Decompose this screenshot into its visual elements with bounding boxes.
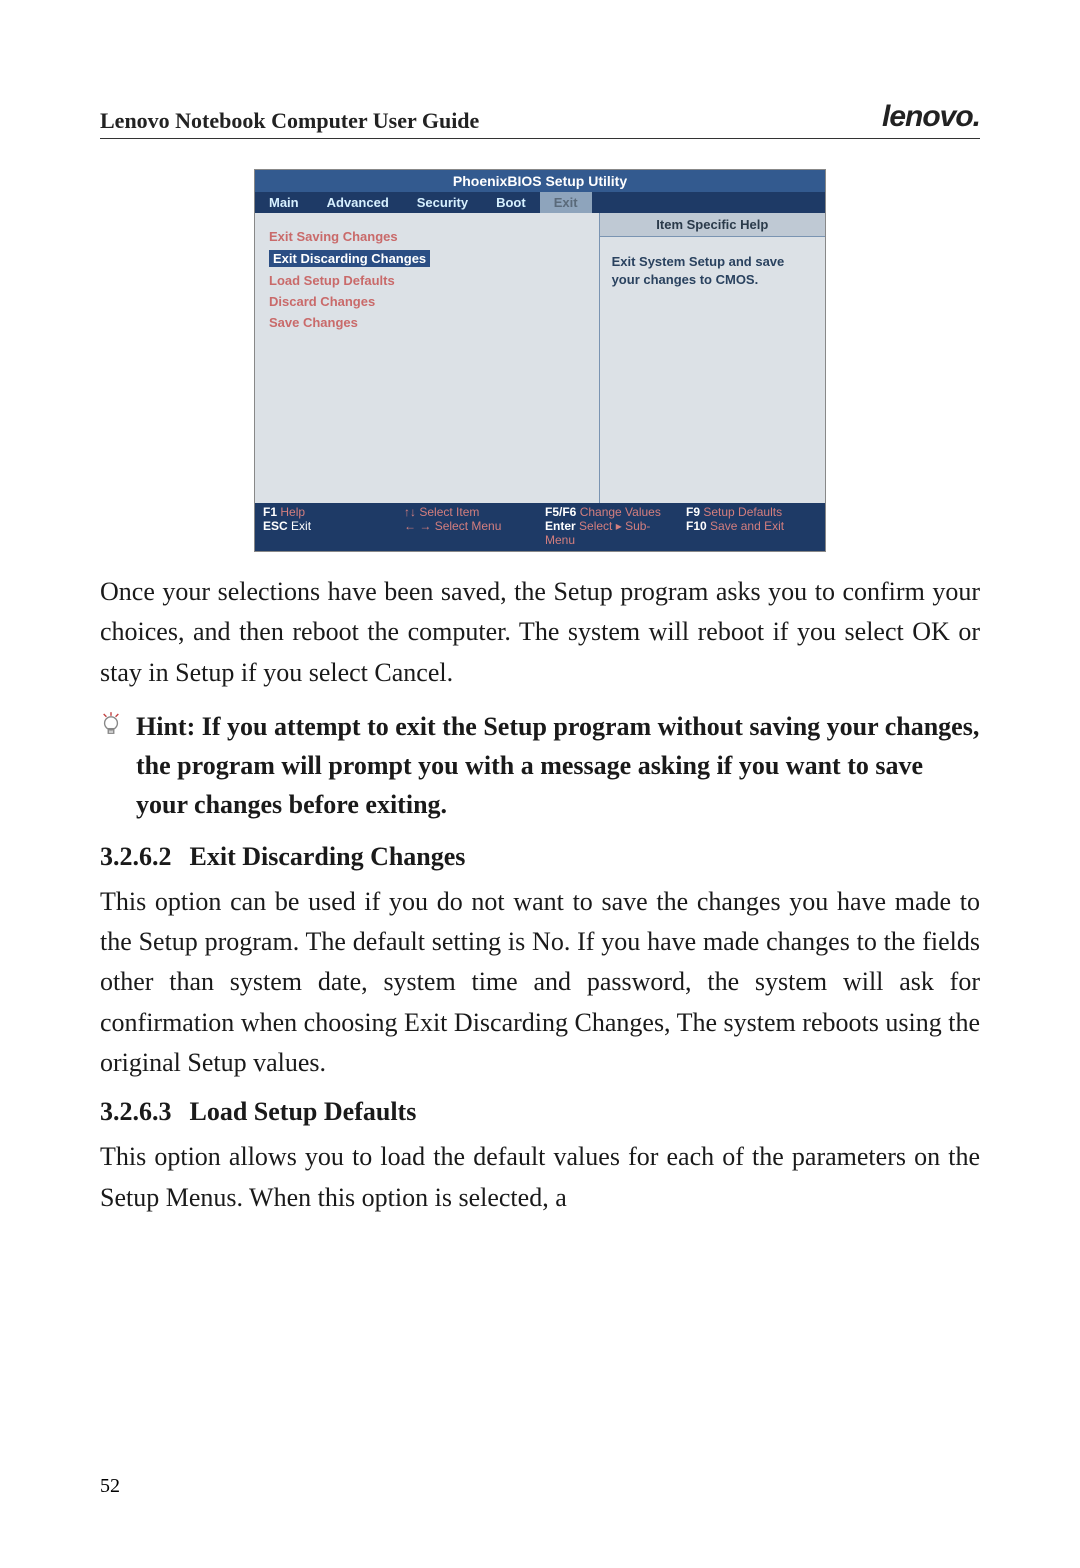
page-header: Lenovo Notebook Computer User Guide leno… bbox=[100, 100, 980, 139]
bios-label-change: Change Values bbox=[580, 505, 661, 519]
bios-item-load-defaults[interactable]: Load Setup Defaults bbox=[269, 273, 585, 288]
subheading-3262: 3.2.6.2 Exit Discarding Changes bbox=[100, 842, 980, 872]
paragraph-intro: Once your selections have been saved, th… bbox=[100, 572, 980, 693]
bios-label-selectmenu: Select Menu bbox=[435, 519, 502, 533]
bios-item-save-changes[interactable]: Save Changes bbox=[269, 315, 585, 330]
bios-title: PhoenixBIOS Setup Utility bbox=[255, 170, 825, 192]
header-title: Lenovo Notebook Computer User Guide bbox=[100, 108, 479, 134]
lenovo-logo: lenovo. bbox=[882, 100, 980, 134]
bios-item-exit-discarding[interactable]: Exit Discarding Changes bbox=[269, 250, 430, 267]
bios-tab-main[interactable]: Main bbox=[255, 192, 313, 213]
bios-key-f10: F10 bbox=[686, 519, 707, 533]
bios-screenshot: PhoenixBIOS Setup Utility Main Advanced … bbox=[100, 169, 980, 552]
bios-key-updown: ↑↓ bbox=[404, 505, 416, 519]
bios-footer: F1 Help ESC Exit ↑↓ Select Item ← → Sele… bbox=[255, 503, 825, 551]
paragraph-loaddefaults: This option allows you to load the defau… bbox=[100, 1137, 980, 1218]
document-page: Lenovo Notebook Computer User Guide leno… bbox=[0, 0, 1080, 1568]
lightbulb-icon bbox=[100, 711, 122, 744]
bios-tab-bar: Main Advanced Security Boot Exit bbox=[255, 192, 825, 213]
subheading-3263: 3.2.6.3 Load Setup Defaults bbox=[100, 1097, 980, 1127]
bios-key-f9: F9 bbox=[686, 505, 700, 519]
bios-help-title: Item Specific Help bbox=[600, 213, 825, 237]
bios-item-exit-saving[interactable]: Exit Saving Changes bbox=[269, 229, 585, 244]
bios-key-esc: ESC bbox=[263, 519, 288, 533]
bios-label-selectitem: Select Item bbox=[419, 505, 479, 519]
paragraph-discarding: This option can be used if you do not wa… bbox=[100, 882, 980, 1083]
bios-window: PhoenixBIOS Setup Utility Main Advanced … bbox=[254, 169, 826, 552]
bios-tab-advanced[interactable]: Advanced bbox=[313, 192, 403, 213]
bios-item-discard-changes[interactable]: Discard Changes bbox=[269, 294, 585, 309]
bios-label-saveexit: Save and Exit bbox=[710, 519, 784, 533]
hint-text: Hint: If you attempt to exit the Setup p… bbox=[136, 707, 980, 824]
bios-body: Exit Saving Changes Exit Discarding Chan… bbox=[255, 213, 825, 503]
bios-tab-boot[interactable]: Boot bbox=[482, 192, 540, 213]
sec-num: 3.2.6.2 bbox=[100, 842, 172, 871]
bios-tab-security[interactable]: Security bbox=[403, 192, 482, 213]
bios-key-enter: Enter bbox=[545, 519, 576, 533]
bios-label-exit: Exit bbox=[291, 519, 311, 533]
page-number: 52 bbox=[100, 1475, 120, 1498]
bios-key-f5f6: F5/F6 bbox=[545, 505, 576, 519]
bios-help-body: Exit System Setup and save your changes … bbox=[600, 237, 825, 304]
bios-help-pane: Item Specific Help Exit System Setup and… bbox=[600, 213, 825, 503]
bios-label-help: Help bbox=[280, 505, 305, 519]
bios-key-leftright: ← → bbox=[404, 519, 431, 533]
bios-label-defaults: Setup Defaults bbox=[703, 505, 782, 519]
sec-num: 3.2.6.3 bbox=[100, 1097, 172, 1126]
sec-title: Load Setup Defaults bbox=[190, 1097, 417, 1126]
sec-title: Exit Discarding Changes bbox=[190, 842, 466, 871]
bios-tab-exit[interactable]: Exit bbox=[540, 192, 592, 213]
bios-menu-pane: Exit Saving Changes Exit Discarding Chan… bbox=[255, 213, 600, 503]
bios-key-f1: F1 bbox=[263, 505, 277, 519]
hint-block: Hint: If you attempt to exit the Setup p… bbox=[100, 707, 980, 824]
